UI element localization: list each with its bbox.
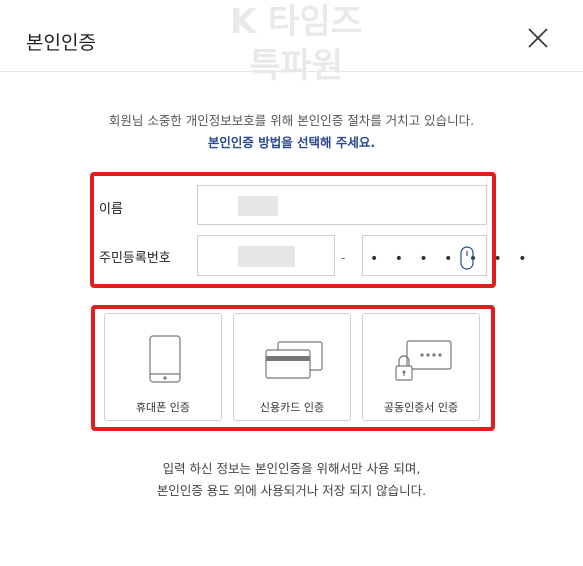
notice-line1: 입력 하신 정보는 본인인증을 위해서만 사용 되며,	[162, 461, 421, 476]
dialog-header: 본인인증	[0, 0, 583, 72]
phone-auth-button[interactable]: 휴대폰 인증	[104, 313, 222, 421]
intro-line2: 본인인증 방법을 선택해 주세요.	[207, 135, 376, 150]
certificate-auth-button[interactable]: 공동인증서 인증	[362, 313, 480, 421]
phone-auth-label: 휴대폰 인증	[135, 401, 191, 414]
certificate-auth-label: 공동인증서 인증	[383, 401, 459, 414]
rrn-front-input[interactable]	[197, 235, 335, 276]
mouse-icon[interactable]	[460, 246, 474, 270]
intro-line1: 회원님 소중한 개인정보보호를 위해 본인인증 절차를 거치고 있습니다.	[108, 113, 475, 128]
phone-icon	[149, 335, 181, 383]
rrn-front-mask	[238, 246, 295, 267]
name-input-mask	[238, 196, 278, 216]
privacy-notice: 입력 하신 정보는 본인인증을 위해서만 사용 되며, 본인인증 용도 외에 사…	[0, 458, 583, 502]
credit-card-icon	[265, 341, 323, 379]
card-auth-button[interactable]: 신용카드 인증	[233, 313, 351, 421]
card-auth-label: 신용카드 인증	[259, 401, 325, 414]
certificate-icon	[395, 340, 452, 381]
close-icon[interactable]	[526, 26, 550, 50]
page-title: 본인인증	[26, 32, 96, 54]
notice-line2: 본인인증 용도 외에 사용되거나 저장 되지 않습니다.	[156, 483, 427, 498]
rrn-back-masked: • • • • • • •	[370, 251, 533, 267]
rrn-separator: -	[341, 251, 346, 265]
rrn-label: 주민등록번호	[99, 251, 171, 266]
name-label: 이름	[99, 202, 123, 217]
name-input[interactable]	[197, 185, 487, 225]
intro-text: 회원님 소중한 개인정보보호를 위해 본인인증 절차를 거치고 있습니다. 본인…	[0, 110, 583, 154]
